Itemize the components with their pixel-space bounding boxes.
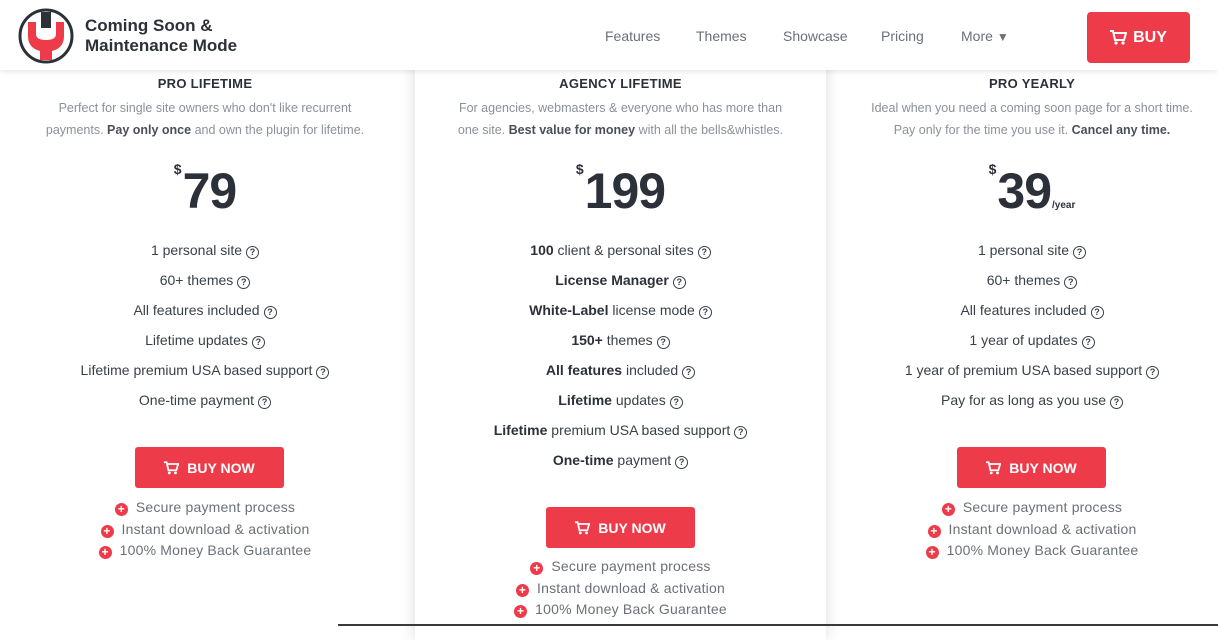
plan-description: Ideal when you need a coming soon page f… xyxy=(871,101,1193,137)
question-circle-icon[interactable]: ? xyxy=(656,336,670,349)
feature-list: 1 personal site? 60+ themes? All feature… xyxy=(832,238,1218,418)
question-circle-icon[interactable]: ? xyxy=(258,396,272,409)
caret-down-icon: ▼ xyxy=(996,30,1009,44)
question-circle-icon[interactable]: ? xyxy=(669,396,683,409)
buy-now-button[interactable]: BUY NOW xyxy=(957,447,1106,488)
nav-more[interactable]: More ▼ xyxy=(961,28,1009,44)
question-circle-icon[interactable]: ? xyxy=(734,426,748,439)
buy-now-button[interactable]: BUY NOW xyxy=(135,447,284,488)
perk-list: + Secure payment process + Instant downloa… xyxy=(5,497,405,562)
feature-list: 100 client & personal sites? License Man… xyxy=(415,238,826,478)
nav-showcase[interactable]: Showcase xyxy=(783,28,848,44)
feature-item: All features included? xyxy=(5,298,405,328)
brand-name[interactable]: Coming Soon & Maintenance Mode xyxy=(85,16,237,56)
perk-item: + Instant download & activation xyxy=(415,578,826,600)
perk-item: +100% Money Back Guarantee xyxy=(415,599,826,621)
question-circle-icon[interactable]: ? xyxy=(1090,306,1104,319)
feature-item: 60+ themes? xyxy=(832,268,1218,298)
nav-themes[interactable]: Themes xyxy=(696,28,747,44)
feature-item: One-time payment? xyxy=(5,388,405,418)
cart-icon xyxy=(986,460,1002,474)
question-circle-icon[interactable]: ? xyxy=(675,456,689,469)
plan-description: Perfect for single site owners who don't… xyxy=(45,101,365,137)
feature-item: 150+ themes? xyxy=(415,328,826,358)
feature-item: 1 year of premium USA based support? xyxy=(832,358,1218,388)
feature-item: Pay for as long as you use? xyxy=(832,388,1218,418)
feature-item: License Manager? xyxy=(415,268,826,298)
feature-item: 1 year of updates? xyxy=(832,328,1218,358)
question-circle-icon[interactable]: ? xyxy=(672,276,686,289)
question-circle-icon[interactable]: ? xyxy=(697,246,711,259)
question-circle-icon[interactable]: ? xyxy=(698,306,712,319)
plus-circle-icon: + xyxy=(927,524,941,538)
cart-icon xyxy=(575,520,591,534)
plus-circle-icon: + xyxy=(98,546,112,559)
cart-icon xyxy=(1110,30,1128,45)
perk-item: +100% Money Back Guarantee xyxy=(832,540,1218,562)
feature-item: One-time payment? xyxy=(415,448,826,478)
perk-item: + Secure payment process xyxy=(415,556,826,578)
header-buy-button[interactable]: BUY xyxy=(1087,12,1190,63)
plus-circle-icon: + xyxy=(516,583,530,597)
feature-list: 1 personal site? 60+ themes? All feature… xyxy=(5,238,405,418)
plan-price: $199 xyxy=(575,161,666,219)
question-circle-icon[interactable]: ? xyxy=(251,336,265,349)
plus-circle-icon: + xyxy=(514,605,528,618)
feature-item: Lifetime updates? xyxy=(5,328,405,358)
plan-name: PRO YEARLY xyxy=(988,76,1076,91)
question-circle-icon[interactable]: ? xyxy=(316,366,330,379)
plan-pro-lifetime: PRO LIFETIME Perfect for single site own… xyxy=(5,70,405,559)
plan-agency-lifetime: AGENCY LIFETIME For agencies, webmasters… xyxy=(415,70,826,618)
perk-item: + Secure payment process xyxy=(5,497,405,519)
question-circle-icon[interactable]: ? xyxy=(263,306,277,319)
question-circle-icon[interactable]: ? xyxy=(1064,276,1078,289)
feature-item: White-Label license mode? xyxy=(415,298,826,328)
question-circle-icon[interactable]: ? xyxy=(237,276,251,289)
plan-price: $39/year xyxy=(988,161,1076,219)
wrench-logo-icon[interactable] xyxy=(18,8,78,64)
perk-item: +100% Money Back Guarantee xyxy=(5,540,405,562)
feature-item: Lifetime premium USA based support? xyxy=(5,358,405,388)
perk-item: + Instant download & activation xyxy=(5,519,405,541)
nav-pricing[interactable]: Pricing xyxy=(881,28,924,44)
feature-item: All features included? xyxy=(832,298,1218,328)
feature-item: Lifetime updates? xyxy=(415,388,826,418)
perk-item: + Secure payment process xyxy=(832,497,1218,519)
site-header: Coming Soon & Maintenance Mode Features … xyxy=(0,0,1218,70)
question-circle-icon[interactable]: ? xyxy=(1146,366,1160,379)
feature-item: All features included? xyxy=(415,358,826,388)
plan-name: AGENCY LIFETIME xyxy=(559,76,682,91)
plan-price: $79 xyxy=(173,161,237,219)
question-circle-icon[interactable]: ? xyxy=(682,366,696,379)
plus-circle-icon: + xyxy=(100,524,114,538)
feature-item: Lifetime premium USA based support? xyxy=(415,418,826,448)
plan-pro-yearly: PRO YEARLY Ideal when you need a coming … xyxy=(832,70,1218,559)
perk-item: + Instant download & activation xyxy=(832,519,1218,541)
perk-list: + Secure payment process + Instant downloa… xyxy=(832,497,1218,562)
plan-name: PRO LIFETIME xyxy=(157,76,253,91)
question-circle-icon[interactable]: ? xyxy=(1081,336,1095,349)
question-circle-icon[interactable]: ? xyxy=(1073,246,1087,259)
plus-circle-icon: + xyxy=(530,562,544,575)
plus-circle-icon: + xyxy=(941,503,955,516)
question-circle-icon[interactable]: ? xyxy=(246,246,260,259)
plan-description: For agencies, webmasters & everyone who … xyxy=(457,101,784,137)
question-circle-icon[interactable]: ? xyxy=(1110,396,1123,409)
plus-circle-icon: + xyxy=(114,503,128,516)
feature-item: 60+ themes? xyxy=(5,268,405,298)
cart-icon xyxy=(164,460,180,474)
plus-circle-icon: + xyxy=(925,546,939,559)
feature-item: 100 client & personal sites? xyxy=(415,238,826,268)
buy-now-button[interactable]: BUY NOW xyxy=(546,507,695,548)
nav-features[interactable]: Features xyxy=(605,28,660,44)
feature-item: 1 personal site? xyxy=(5,238,405,268)
perk-list: + Secure payment process + Instant downloa… xyxy=(415,556,826,621)
feature-item: 1 personal site? xyxy=(832,238,1218,268)
